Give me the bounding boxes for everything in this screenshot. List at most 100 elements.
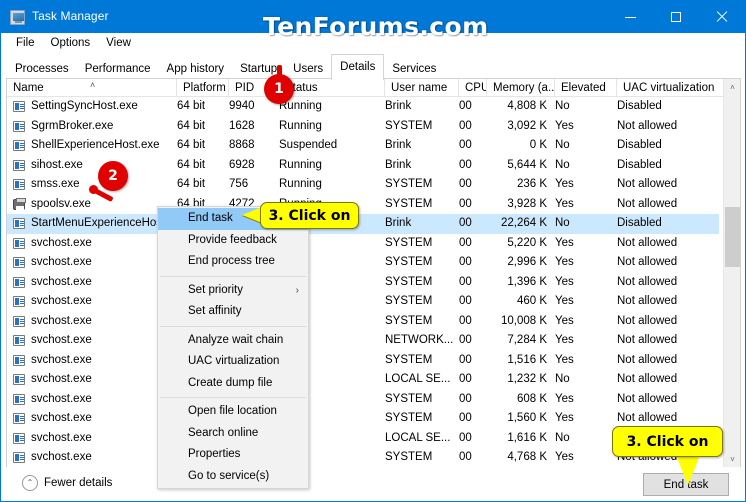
cell-cpu: 00: [459, 451, 472, 463]
menu-item-file[interactable]: File: [8, 35, 43, 51]
cell-user: SYSTEM: [385, 295, 433, 307]
cell-pid: 6928: [229, 158, 255, 171]
scroll-up-icon[interactable]: ˄: [724, 79, 740, 96]
tab-processes[interactable]: Processes: [7, 59, 77, 79]
maximize-button[interactable]: [653, 1, 699, 32]
table-row[interactable]: svchost.exe64 bitLOCAL SE...001,232 KNoN…: [7, 370, 719, 390]
column-header-platform[interactable]: Platform: [177, 79, 229, 97]
table-row[interactable]: svchost.exe64 bitSYSTEM001,396 KYesNot a…: [7, 273, 719, 293]
table-row[interactable]: svchost.exe64 bitSYSTEM005,220 KYesNot a…: [7, 234, 719, 254]
cell-cpu: 00: [459, 217, 472, 229]
cell-memory: 4,768 K: [507, 451, 547, 463]
context-menu-separator: [160, 397, 306, 398]
cell-cpu: 00: [459, 197, 472, 210]
process-name-label: svchost.exe: [31, 392, 92, 405]
column-header-memory-a[interactable]: Memory (a...: [487, 79, 555, 97]
cell-status: Running: [279, 158, 322, 171]
process-name-label: sihost.exe: [31, 158, 83, 171]
process-name-label: svchost.exe: [31, 236, 92, 249]
cell-elevated: Yes: [555, 236, 574, 249]
callout-end-task-tail: [676, 455, 700, 485]
context-menu-label: UAC virtualization: [188, 355, 280, 367]
table-row[interactable]: SgrmBroker.exe 64 bit 1628 Running SYSTEM 00 3…: [7, 117, 719, 137]
table-row[interactable]: svchost.exe64 bitSYSTEM001,516 KYesNot a…: [7, 351, 719, 371]
app-icon: [13, 354, 25, 366]
process-name-label: svchost.exe: [31, 314, 92, 327]
table-row[interactable]: svchost.exe64 bitSYSTEM002,996 KYesNot a…: [7, 253, 719, 273]
cell-elevated: Yes: [555, 392, 574, 405]
context-menu-label: Open file location: [188, 405, 277, 417]
process-name-label: svchost.exe: [31, 295, 92, 307]
context-menu-item-uac-virtualization[interactable]: UAC virtualization: [158, 351, 308, 373]
cell-user: LOCAL SE...: [385, 373, 451, 385]
tab-services[interactable]: Services: [384, 59, 444, 79]
cell-name: svchost.exe: [13, 292, 173, 312]
tab-performance[interactable]: Performance: [77, 59, 159, 79]
column-header-cpu[interactable]: CPU: [459, 79, 487, 97]
context-menu-item-properties[interactable]: Properties: [158, 444, 308, 466]
app-icon: [13, 101, 25, 112]
tab-details[interactable]: Details: [331, 54, 385, 80]
process-name-label: svchost.exe: [31, 412, 92, 424]
cell-memory: 2,996 K: [507, 256, 547, 268]
table-row[interactable]: svchost.exe64 bitSYSTEM00460 KYesNot all…: [7, 292, 719, 312]
cell-uac: Not allowed: [617, 119, 678, 132]
cell-memory: 22,264 K: [500, 217, 547, 229]
scroll-down-icon[interactable]: ˅: [724, 451, 740, 468]
table-row[interactable]: ShellExperienceHost.exe 64 bit 8868 Suspend…: [7, 136, 719, 156]
context-menu-item-set-priority[interactable]: Set priority ›: [158, 280, 308, 302]
column-header-elevated[interactable]: Elevated: [555, 79, 617, 97]
table-row[interactable]: spoolsv.exe64 bit4272RunningSYSTEM003,92…: [7, 195, 719, 215]
task-manager-window: Task Manager TenForums.com File Options Vi…: [0, 0, 746, 502]
cell-uac: Not allowed: [617, 197, 678, 210]
callout-menu-tail: [242, 207, 262, 223]
context-menu-item-create-dump-file[interactable]: Create dump file: [158, 373, 308, 395]
context-menu-item-end-process-tree[interactable]: End process tree: [158, 251, 308, 273]
cell-pid: 9940: [229, 100, 255, 112]
app-icon: [13, 276, 25, 288]
menu-item-options[interactable]: Options: [43, 35, 99, 51]
table-row[interactable]: svchost.exe64 bitSYSTEM00608 KYesNot all…: [7, 390, 719, 410]
table-row[interactable]: SettingSyncHost.exe 64 bit 9940 Running Brin…: [7, 97, 719, 117]
cell-memory: 1,560 K: [507, 412, 547, 424]
context-menu-item-go-to-service-s[interactable]: Go to service(s): [158, 466, 308, 488]
context-menu-item-provide-feedback[interactable]: Provide feedback: [158, 230, 308, 252]
app-icon: [13, 179, 25, 190]
cell-name: StartMenuExperienceHost.exe: [13, 214, 173, 234]
cell-name: svchost.exe: [13, 331, 173, 351]
tab-app-history[interactable]: App history: [159, 59, 233, 79]
cell-user: Brink: [385, 100, 412, 112]
column-header-status[interactable]: Status: [279, 79, 385, 97]
table-row[interactable]: svchost.exe64 bitSYSTEM001,560 KYesNot a…: [7, 409, 719, 429]
app-icon: [13, 432, 25, 444]
cell-cpu: 00: [459, 275, 472, 288]
minimize-button[interactable]: [607, 1, 653, 32]
table-row[interactable]: svchost.exe64 bitNETWORK...007,284 KYesN…: [7, 331, 719, 351]
vertical-scrollbar[interactable]: ˄ ˅: [723, 79, 740, 468]
context-menu-item-open-file-location[interactable]: Open file location: [158, 401, 308, 423]
context-menu-item-set-affinity[interactable]: Set affinity: [158, 301, 308, 323]
cell-name: svchost.exe: [13, 351, 173, 371]
cell-status: Running: [279, 119, 322, 132]
tab-users[interactable]: Users: [285, 59, 331, 79]
menu-item-view[interactable]: View: [98, 35, 139, 51]
context-menu-label: Create dump file: [188, 376, 273, 389]
cell-elevated: No: [555, 139, 570, 151]
column-header-user-name[interactable]: User name: [385, 79, 459, 97]
scrollbar-thumb[interactable]: [725, 207, 740, 267]
column-header-uac-virtualization[interactable]: UAC virtualization: [617, 79, 740, 97]
fewer-details-button[interactable]: ⌃ Fewer details: [22, 475, 112, 491]
cell-cpu: 00: [459, 353, 472, 366]
cell-uac: Not allowed: [617, 275, 678, 288]
cell-memory: 7,284 K: [507, 334, 547, 346]
close-button[interactable]: [699, 1, 745, 32]
context-menu-item-search-online[interactable]: Search online: [158, 423, 308, 445]
table-row[interactable]: StartMenuExperienceHost.exe64 bit10764Ru…: [7, 214, 719, 234]
cell-cpu: 00: [459, 334, 472, 346]
cell-cpu: 00: [459, 236, 472, 249]
bottom-bar: ⌃ Fewer details End task: [2, 467, 745, 500]
context-menu-item-analyze-wait-chain[interactable]: Analyze wait chain: [158, 330, 308, 352]
cell-user: Brink: [385, 139, 412, 151]
table-row[interactable]: svchost.exe64 bitSYSTEM0010,008 KYesNot …: [7, 312, 719, 332]
cell-pid: 8868: [229, 139, 255, 151]
